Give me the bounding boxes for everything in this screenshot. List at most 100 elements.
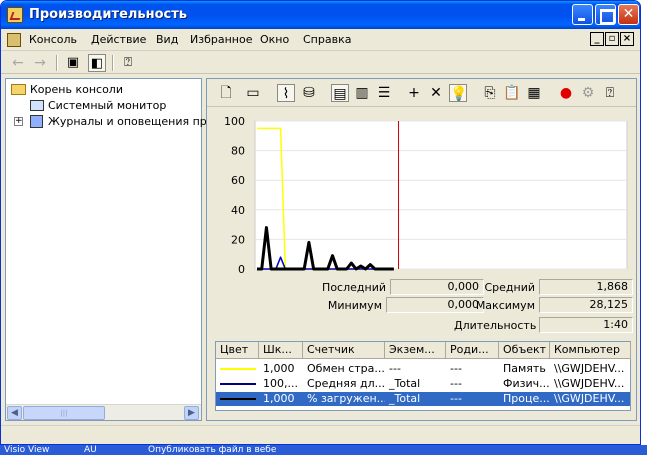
- help-icon[interactable]: ⍰: [601, 84, 619, 102]
- delete-counter-icon[interactable]: ✕: [427, 84, 445, 102]
- column-parent[interactable]: Роди...: [446, 342, 499, 359]
- menu-window[interactable]: Окно: [260, 33, 289, 46]
- duration-value: 1:40: [539, 317, 633, 333]
- taskbar-item[interactable]: AU: [84, 446, 97, 455]
- tree-item-label: Корень консоли: [30, 83, 123, 96]
- maximum-label: Максимум: [475, 299, 535, 312]
- expand-icon[interactable]: +: [14, 117, 23, 126]
- counter-scale: 1,000: [263, 392, 295, 405]
- toolbar-separator: [112, 55, 114, 71]
- current-activity-icon[interactable]: ⌇: [277, 84, 295, 102]
- y-tick-label: 80: [231, 145, 245, 158]
- view-histogram-icon[interactable]: ▥: [353, 84, 371, 102]
- mdi-restore-button[interactable]: ▫: [605, 32, 619, 46]
- counter-list[interactable]: Цвет Шк... Счетчик Экзем... Роди... Объе…: [215, 341, 631, 411]
- maximize-button[interactable]: [595, 4, 616, 25]
- tree-item-logs-alerts[interactable]: + Журналы и оповещения прои: [6, 114, 221, 130]
- view-graph-icon[interactable]: ▤: [331, 84, 349, 102]
- add-counter-icon[interactable]: +: [405, 84, 423, 102]
- mdi-close-button[interactable]: ×: [620, 32, 634, 46]
- counter-scale: 1,000: [263, 362, 295, 375]
- show-tree-icon[interactable]: ◧: [88, 54, 106, 72]
- graph-canvas: 100 80 60 40 20 0: [224, 115, 628, 276]
- tree-horizontal-scrollbar[interactable]: ◀ ||| ▶: [6, 404, 201, 420]
- counter-name: % загружен...: [307, 392, 385, 405]
- maximum-value: 28,125: [539, 297, 633, 313]
- counter-object: Проце...: [503, 392, 550, 405]
- view-report-icon[interactable]: ☰: [375, 84, 393, 102]
- scroll-left-icon[interactable]: ◀: [7, 406, 22, 420]
- y-tick-label: 0: [238, 263, 245, 276]
- performance-app-icon: [7, 7, 23, 23]
- minimum-label: Минимум: [327, 299, 382, 312]
- forward-arrow-icon[interactable]: →: [31, 54, 49, 72]
- counter-color-swatch: [220, 383, 256, 385]
- copy-properties-icon[interactable]: ⎘: [481, 84, 499, 102]
- paste-counters-icon[interactable]: 📋: [503, 84, 521, 102]
- counter-parent: ---: [450, 362, 462, 375]
- column-computer[interactable]: Компьютер: [550, 342, 631, 359]
- last-label: Последний: [322, 281, 386, 294]
- counter-computer: \\GWJDEHV...: [554, 392, 625, 405]
- folder-icon: [11, 84, 26, 95]
- scroll-right-icon[interactable]: ▶: [184, 406, 199, 420]
- up-folder-icon[interactable]: ▣: [64, 54, 82, 72]
- status-bar: [1, 425, 640, 444]
- title-bar[interactable]: Производительность ✕: [1, 1, 640, 29]
- help-icon[interactable]: ⍰: [119, 54, 137, 72]
- scroll-thumb[interactable]: |||: [23, 406, 105, 420]
- mdi-minimize-button[interactable]: _: [590, 32, 604, 46]
- column-object[interactable]: Объект: [499, 342, 550, 359]
- counter-row[interactable]: 100,... Средняя дл... _Total --- Физич..…: [216, 377, 630, 391]
- tree-item-system-monitor[interactable]: Системный монитор: [6, 98, 201, 114]
- counter-instance: _Total: [389, 392, 421, 405]
- system-monitor-pane: 🗋 ▭ ⌇ ⛁ ▤ ▥ ☰ + ✕ 💡 ⎘ 📋 ▦ ● ⚙ ⍰ 100 80 60 4…: [206, 78, 637, 421]
- back-arrow-icon[interactable]: ←: [9, 54, 27, 72]
- window-title: Производительность: [29, 7, 188, 22]
- monitor-icon: [30, 100, 44, 111]
- duration-label: Длительность: [454, 319, 537, 332]
- taskbar-item[interactable]: Опубликовать файл в вебе: [148, 446, 276, 455]
- counter-computer: \\GWJDEHV...: [554, 362, 625, 375]
- tree-item-label: Системный монитор: [48, 99, 167, 112]
- counter-computer: \\GWJDEHV...: [554, 377, 625, 390]
- average-label: Средний: [484, 281, 535, 294]
- performance-graph: 100 80 60 40 20 0: [207, 109, 636, 277]
- counter-instance: _Total: [389, 377, 421, 390]
- counter-row[interactable]: 1,000 Обмен стра... --- --- Память \\GWJ…: [216, 362, 630, 376]
- tree-item-console-root[interactable]: Корень консоли: [6, 82, 201, 98]
- menu-view[interactable]: Вид: [156, 33, 178, 46]
- new-counter-set-icon[interactable]: 🗋: [217, 84, 235, 102]
- column-counter[interactable]: Счетчик: [303, 342, 385, 359]
- statistics-panel: Последний 0,000 Средний 1,868 Минимум 0,…: [207, 278, 636, 338]
- update-data-icon[interactable]: ⚙: [579, 84, 597, 102]
- menu-help[interactable]: Справка: [303, 33, 351, 46]
- column-color[interactable]: Цвет: [216, 342, 259, 359]
- counter-row-selected[interactable]: 1,000 % загружен... _Total --- Проце... …: [216, 392, 630, 406]
- counter-object: Физич...: [503, 377, 550, 390]
- console-menu-icon[interactable]: [7, 33, 21, 47]
- monitor-toolbar: 🗋 ▭ ⌇ ⛁ ▤ ▥ ☰ + ✕ 💡 ⎘ 📋 ▦ ● ⚙ ⍰: [207, 79, 636, 107]
- performance-window: Производительность ✕ Консоль Действие Ви…: [0, 0, 641, 445]
- menu-console[interactable]: Консоль: [29, 33, 77, 46]
- freeze-display-icon[interactable]: ●: [557, 84, 575, 102]
- taskbar-item[interactable]: Visio View: [4, 446, 49, 455]
- log-data-icon[interactable]: ⛁: [300, 84, 318, 102]
- properties-icon[interactable]: ▦: [525, 84, 543, 102]
- counter-scale: 100,...: [263, 377, 298, 390]
- logs-alerts-icon: [30, 115, 43, 128]
- menu-action[interactable]: Действие: [91, 33, 146, 46]
- minimize-button[interactable]: [572, 4, 593, 25]
- y-tick-label: 40: [231, 204, 245, 217]
- counter-instance: ---: [389, 362, 401, 375]
- toolbar-separator: [56, 55, 58, 71]
- close-button[interactable]: ✕: [618, 4, 639, 25]
- main-toolbar: ← → ▣ ◧ ⍰: [1, 52, 640, 74]
- clear-display-icon[interactable]: ▭: [244, 84, 262, 102]
- console-tree: Корень консоли Системный монитор + Журна…: [5, 78, 221, 421]
- column-scale[interactable]: Шк...: [259, 342, 303, 359]
- highlight-icon[interactable]: 💡: [449, 84, 467, 102]
- menu-favorites[interactable]: Избранное: [190, 33, 252, 46]
- mdi-controls: _ ▫ ×: [590, 32, 634, 46]
- column-instance[interactable]: Экзем...: [385, 342, 446, 359]
